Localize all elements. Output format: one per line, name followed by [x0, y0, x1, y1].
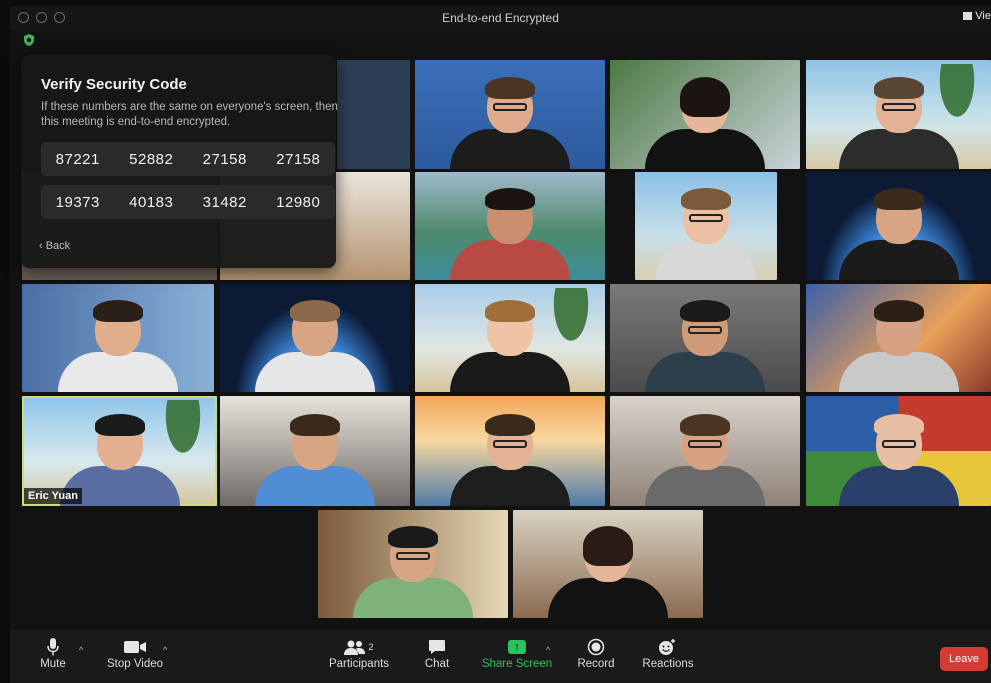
view-label: Vie	[975, 10, 991, 22]
participant-count: 2	[368, 642, 374, 652]
participant-video	[255, 300, 375, 392]
microphone-icon	[47, 638, 59, 656]
video-tile[interactable]	[806, 172, 991, 280]
share-screen-arrow-icon: ↑	[508, 640, 526, 654]
participant-video	[255, 414, 375, 506]
participant-video	[353, 526, 473, 618]
video-tile[interactable]	[337, 60, 410, 169]
security-code-group: 40183	[129, 193, 174, 211]
reactions-label: Reactions	[642, 658, 694, 670]
participants-icon	[344, 640, 366, 655]
security-code-group: 12980	[276, 193, 321, 211]
participant-video	[548, 526, 668, 618]
chat-button[interactable]: Chat	[422, 636, 452, 670]
video-tile[interactable]	[806, 60, 991, 169]
leave-button[interactable]: Leave	[940, 647, 988, 671]
meeting-toolbar: Mute ^ Stop Video ^ 2 Participants Chat …	[10, 630, 991, 683]
security-code-row-1: 87221 52882 27158 27158	[41, 142, 335, 176]
stop-video-button[interactable]: Stop Video	[106, 636, 164, 670]
share-screen-button[interactable]: ↑ Share Screen	[481, 636, 553, 670]
video-tile[interactable]	[415, 60, 605, 169]
video-tile[interactable]	[318, 510, 508, 618]
participant-video	[450, 188, 570, 280]
share-screen-label: Share Screen	[481, 658, 553, 670]
share-options-caret-icon[interactable]: ^	[546, 645, 550, 655]
panel-heading: Verify Security Code	[41, 76, 187, 93]
mute-button[interactable]: Mute	[38, 636, 68, 670]
back-button[interactable]: ‹ Back	[39, 240, 70, 252]
security-code-group: 19373	[55, 193, 100, 211]
participant-video	[645, 77, 765, 169]
video-camera-icon	[124, 641, 146, 653]
chat-bubble-icon	[429, 640, 445, 654]
participant-video	[645, 300, 765, 392]
chat-label: Chat	[424, 658, 450, 670]
audio-options-caret-icon[interactable]: ^	[79, 645, 83, 655]
view-grid-icon	[963, 12, 973, 20]
security-code-group: 87221	[55, 150, 100, 168]
record-label: Record	[577, 658, 615, 670]
participant-video	[838, 414, 959, 506]
participant-name-tag: Eric Yuan	[24, 488, 82, 504]
participant-video	[450, 300, 570, 392]
title-bar: End-to-end Encrypted Vie	[10, 6, 991, 30]
security-code-group: 27158	[276, 150, 321, 168]
video-tile[interactable]	[610, 396, 800, 506]
participants-label: Participants	[328, 658, 390, 670]
video-tile[interactable]	[610, 284, 800, 392]
video-tile[interactable]	[635, 172, 777, 280]
mute-label: Mute	[40, 658, 66, 670]
verify-security-code-panel: Verify Security Code If these numbers ar…	[21, 55, 338, 268]
video-tile[interactable]	[513, 510, 703, 618]
record-icon	[587, 638, 605, 656]
window-title: End-to-end Encrypted	[442, 11, 559, 25]
participant-video	[656, 188, 756, 280]
video-tile[interactable]	[415, 172, 605, 280]
video-tile-active-speaker[interactable]: Eric Yuan	[22, 396, 217, 506]
video-tile[interactable]	[806, 396, 991, 506]
video-tile[interactable]	[415, 396, 605, 506]
video-tile[interactable]	[415, 284, 605, 392]
stop-video-label: Stop Video	[106, 658, 164, 670]
video-options-caret-icon[interactable]: ^	[163, 645, 167, 655]
participant-video	[838, 300, 959, 392]
participant-video	[645, 414, 765, 506]
participants-button[interactable]: 2 Participants	[327, 636, 391, 670]
reactions-smiley-icon	[659, 639, 675, 655]
participant-video	[838, 77, 959, 169]
video-tile[interactable]	[22, 284, 214, 392]
video-tile[interactable]	[610, 60, 800, 169]
record-button[interactable]: Record	[576, 636, 616, 670]
panel-description: If these numbers are the same on everyon…	[41, 101, 338, 128]
video-tile[interactable]	[220, 284, 410, 392]
security-shield-icon[interactable]	[22, 33, 36, 47]
participant-video	[450, 414, 570, 506]
participant-video	[58, 300, 178, 392]
participant-video	[838, 188, 959, 280]
participant-video	[450, 77, 570, 169]
reactions-button[interactable]: Reactions	[641, 636, 695, 670]
security-code-group: 52882	[129, 150, 174, 168]
video-tile[interactable]	[220, 396, 410, 506]
video-tile[interactable]	[806, 284, 991, 392]
security-code-row-2: 19373 40183 31482 12980	[41, 185, 335, 219]
security-code-group: 31482	[202, 193, 247, 211]
view-button[interactable]: Vie	[963, 10, 991, 22]
security-code-group: 27158	[202, 150, 247, 168]
